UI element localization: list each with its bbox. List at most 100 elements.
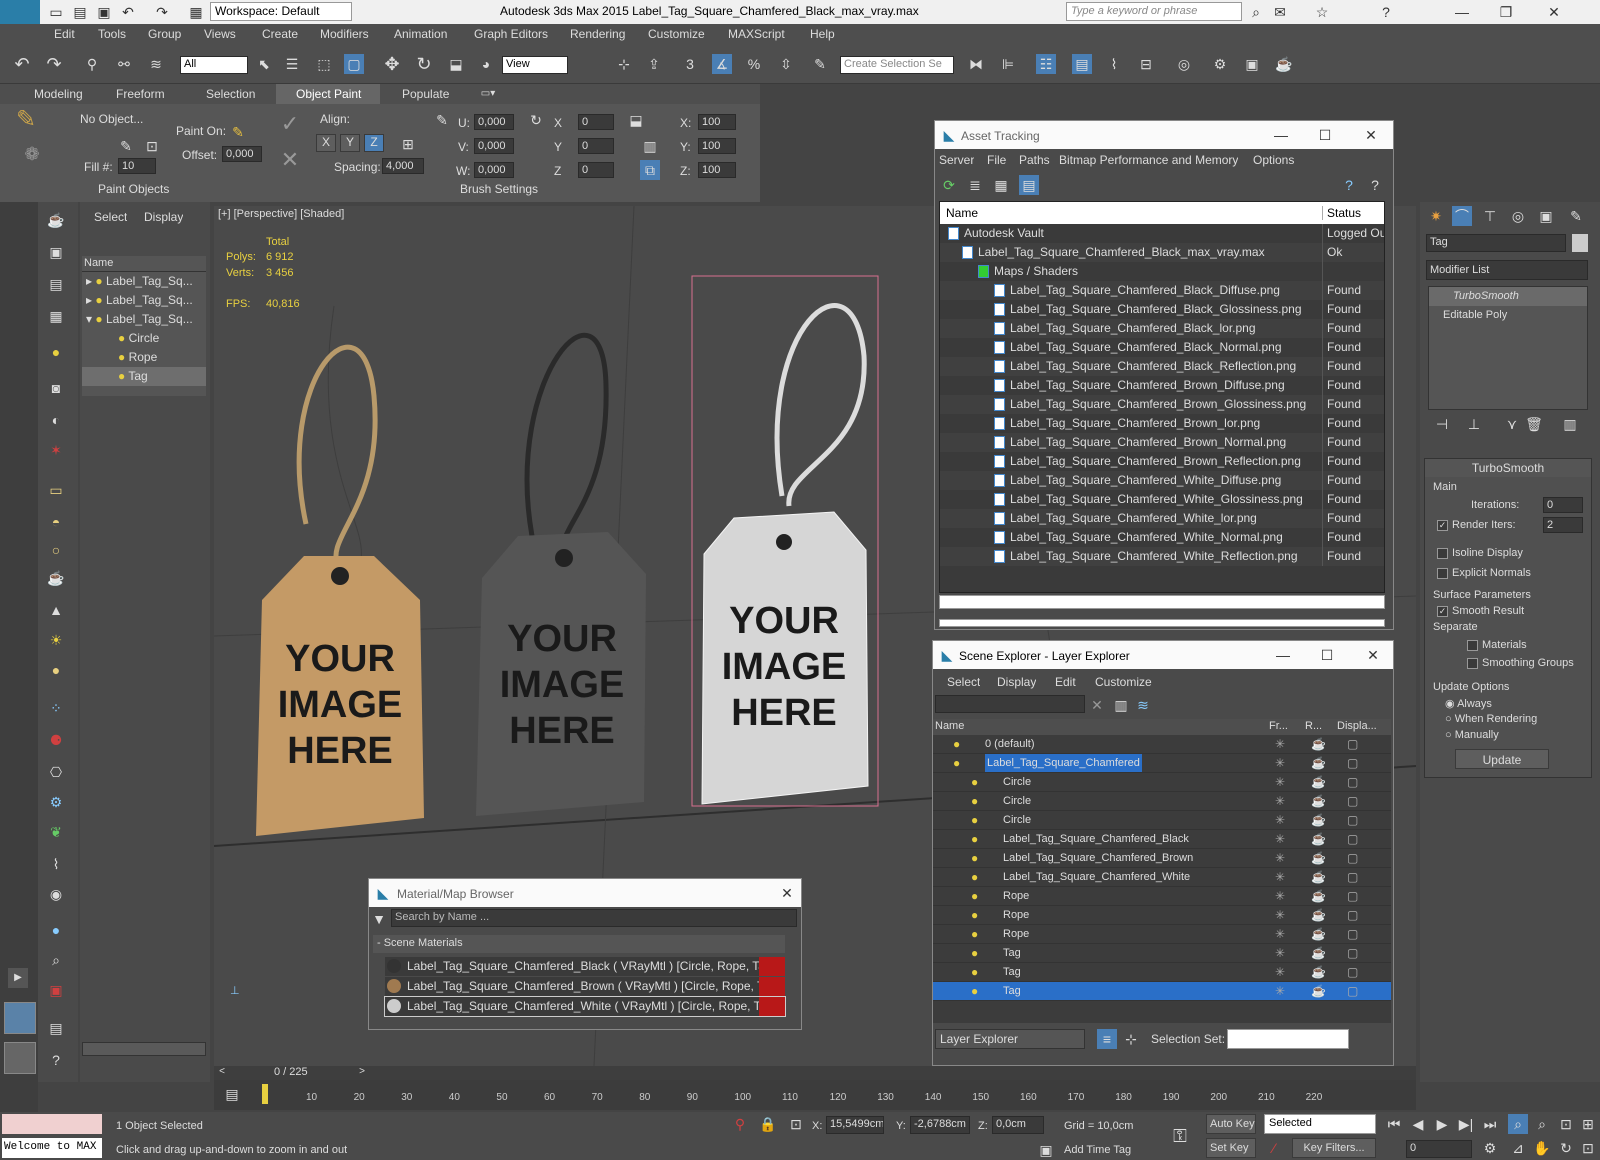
open-file-icon[interactable]: ▤ [70, 2, 90, 22]
schematic-view-icon[interactable]: ⊟ [1136, 54, 1156, 74]
rotate-x-field[interactable]: 0 [578, 114, 614, 130]
menu-paths[interactable]: Paths [1019, 153, 1050, 167]
scale-icon[interactable]: ⬓ [446, 54, 466, 74]
previous-frame-icon[interactable]: ◀ [1408, 1114, 1428, 1134]
display-box-icon[interactable]: ▢ [1347, 735, 1358, 753]
scene-materials-group[interactable]: - Scene Materials [373, 935, 785, 953]
layer-row[interactable]: ● Label_Tag_Square_Chamfered_White ✳ ☕ ▢ [933, 868, 1391, 887]
undo-icon[interactable]: ↶ [12, 54, 32, 74]
display-box-icon[interactable]: ▢ [1347, 773, 1358, 791]
update-button[interactable]: Update [1455, 749, 1549, 769]
menu-edit[interactable]: Edit [1055, 675, 1076, 689]
material-item[interactable]: Label_Tag_Square_Chamfered_White ( VRayM… [384, 996, 786, 1017]
freeze-icon[interactable]: ✳ [1275, 982, 1285, 1000]
asset-row[interactable]: Label_Tag_Square_Chamfered_White_lor.png… [940, 509, 1384, 528]
tree-item-selected[interactable]: ● Tag [82, 367, 206, 386]
visibility-bulb-icon[interactable]: ● [971, 773, 978, 791]
tree-item[interactable]: ▸ ● Label_Tag_Sq... [82, 272, 206, 291]
layer-row[interactable]: ● Circle ✳ ☕ ▢ [933, 811, 1391, 830]
visibility-bulb-icon[interactable]: ● [971, 944, 978, 962]
object-name-field[interactable]: Tag [1426, 234, 1566, 252]
scale-y-field[interactable]: 100 [698, 138, 736, 154]
asset-row[interactable]: Label_Tag_Square_Chamfered_White_Diffuse… [940, 471, 1384, 490]
display-box-icon[interactable]: ▢ [1347, 982, 1358, 1000]
helper-icon[interactable]: ◐ [46, 410, 66, 430]
freeze-icon[interactable]: ✳ [1275, 773, 1285, 791]
always-radio[interactable]: ◉ Always [1445, 697, 1492, 710]
display-box-icon[interactable]: ▢ [1347, 868, 1358, 886]
pin-stack-icon[interactable]: ⊣ [1432, 414, 1452, 434]
time-slider-thumb[interactable] [262, 1084, 268, 1104]
layer-row[interactable]: ● Rope ✳ ☕ ▢ [933, 925, 1391, 944]
refresh-icon[interactable]: ⟳ [939, 175, 959, 195]
confirm-check-icon[interactable]: ✓ [280, 113, 300, 135]
placement-icon[interactable]: ◕ [476, 54, 496, 74]
utilities-tab-icon[interactable]: ✎ [1566, 206, 1586, 226]
visibility-bulb-icon[interactable]: ● [971, 925, 978, 943]
menu-tools[interactable]: Tools [98, 27, 126, 41]
rotate-z-field[interactable]: 0 [578, 162, 614, 178]
fill-number-field[interactable]: 10 [118, 158, 156, 174]
save-file-icon[interactable]: ▣ [94, 2, 114, 22]
render-setup-icon[interactable]: ⚙ [1210, 54, 1230, 74]
tree-item[interactable]: ● Circle [82, 329, 206, 348]
close-icon[interactable]: ✕ [1361, 125, 1381, 145]
layer-row[interactable]: ● 0 (default) ✳ ☕ ▢ [933, 735, 1391, 754]
render-teapot-icon[interactable]: ☕ [1311, 887, 1326, 905]
time-slider-forward[interactable]: > [354, 1066, 370, 1080]
sun-icon[interactable]: ☀ [46, 630, 66, 650]
render-icon[interactable]: ▣ [46, 980, 66, 1000]
clear-search-icon[interactable]: ✕ [1087, 695, 1107, 715]
rotation-icon[interactable]: ↻ [526, 110, 546, 130]
camera-icon[interactable]: ◙ [46, 378, 66, 398]
align-y-button[interactable]: Y [340, 134, 360, 152]
sphere-icon[interactable]: ○ [46, 540, 66, 560]
close-icon[interactable]: ✕ [777, 883, 797, 903]
mirror-icon[interactable]: ⧓ [966, 54, 986, 74]
spacewarp-icon[interactable]: ✶ [46, 440, 66, 460]
orbit-icon[interactable]: ↻ [1556, 1138, 1576, 1158]
toggle-layer-explorer-icon[interactable]: ▤ [1072, 54, 1092, 74]
layer-row[interactable]: ● Circle ✳ ☕ ▢ [933, 773, 1391, 792]
minimize-icon[interactable]: — [1452, 2, 1472, 22]
asset-row[interactable]: Label_Tag_Square_Chamfered_White_Reflect… [940, 547, 1384, 566]
horizontal-scrollbar[interactable] [82, 1042, 206, 1056]
visibility-bulb-icon[interactable]: ● [971, 811, 978, 829]
search-icon[interactable]: ⌕ [46, 950, 66, 970]
asset-row[interactable]: Label_Tag_Square_Chamfered_Black_Reflect… [940, 357, 1384, 376]
particle-icon[interactable]: ⁘ [46, 698, 66, 718]
menu-server[interactable]: Server [939, 153, 974, 167]
layout-tab[interactable] [4, 1042, 36, 1074]
workspace-dropdown[interactable]: Workspace: Default [210, 2, 352, 21]
auto-key-button[interactable]: Auto Key [1206, 1114, 1256, 1134]
unlink-icon[interactable]: ⚯ [114, 54, 134, 74]
asset-row[interactable]: Label_Tag_Square_Chamfered_Brown_Normal.… [940, 433, 1384, 452]
freeze-icon[interactable]: ✳ [1275, 830, 1285, 848]
menu-select[interactable]: Select [947, 675, 980, 689]
edit-named-selection-icon[interactable]: ✎ [810, 54, 830, 74]
render-iters-checkbox[interactable]: ✓ Render Iters: [1437, 519, 1516, 531]
freeze-icon[interactable]: ✳ [1275, 906, 1285, 924]
menu-edit[interactable]: Edit [54, 27, 75, 41]
display-tab-icon[interactable]: ▣ [1536, 206, 1556, 226]
toggle-scene-explorer-icon[interactable]: ☷ [1036, 54, 1056, 74]
current-frame-field[interactable]: 0 [1406, 1140, 1472, 1158]
object-color-swatch[interactable] [1572, 234, 1588, 252]
asset-row[interactable]: Label_Tag_Square_Chamfered_Black_max_vra… [940, 243, 1384, 262]
window-crossing-icon[interactable]: ▢ [344, 54, 364, 74]
foliage-icon[interactable]: ❦ [46, 822, 66, 842]
when-rendering-radio[interactable]: ○ When Rendering [1445, 713, 1537, 725]
key-icon[interactable]: ⚿ [1170, 1126, 1190, 1146]
freeze-icon[interactable]: ✳ [1275, 925, 1285, 943]
visibility-bulb-icon[interactable]: ● [971, 830, 978, 848]
hierarchy-tab-icon[interactable]: ⊤ [1480, 206, 1500, 226]
gear-icon[interactable]: ⚙ [46, 792, 66, 812]
separate-smoothing-checkbox[interactable]: Smoothing Groups [1467, 657, 1574, 669]
play-icon[interactable]: ▶ [1432, 1114, 1452, 1134]
make-unique-icon[interactable]: ⋎ [1502, 414, 1522, 434]
motion-tab-icon[interactable]: ◎ [1508, 206, 1528, 226]
zoom-extents-icon[interactable]: ⊡ [1556, 1114, 1576, 1134]
tab-modeling[interactable]: Modeling [34, 87, 83, 101]
pivot-center-icon[interactable]: ⊹ [614, 54, 634, 74]
layer-row[interactable]: ● Rope ✳ ☕ ▢ [933, 906, 1391, 925]
